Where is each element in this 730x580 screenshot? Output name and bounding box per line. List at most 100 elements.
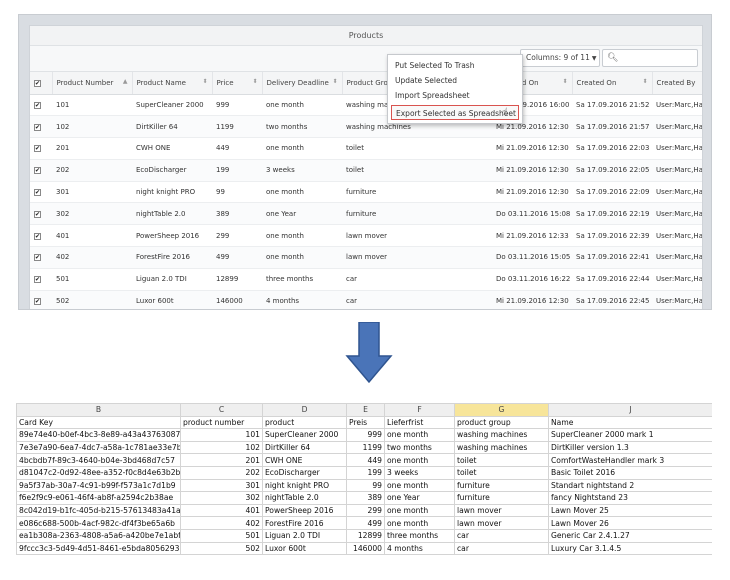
spreadsheet-cell[interactable]: 4bcbdb7f-89c3-4640-b04e-3bd468d7c57 — [16, 453, 181, 467]
column-letter[interactable]: F — [384, 403, 455, 417]
row-checkbox[interactable]: ✔ — [34, 232, 41, 240]
sort-icon[interactable]: ⬍ — [202, 78, 207, 85]
spreadsheet-cell[interactable]: 449 — [346, 453, 385, 467]
context-menu-item[interactable]: Import Spreadsheet — [388, 88, 522, 103]
spreadsheet-cell[interactable]: ea1b308a-2363-4808-a5a6-a420be7e1abf — [16, 528, 181, 543]
row-checkbox[interactable]: ✔ — [34, 189, 41, 197]
spreadsheet-header-cell[interactable]: Name — [548, 415, 712, 430]
spreadsheet-cell[interactable]: Liguan 2.0 TDI — [262, 528, 347, 543]
column-letter[interactable]: G — [454, 403, 549, 417]
select-all-checkbox[interactable]: ✔ — [34, 79, 41, 87]
spreadsheet-header-cell[interactable]: product group — [454, 415, 549, 430]
spreadsheet-header-cell[interactable]: Lieferfrist — [384, 415, 455, 430]
search-input[interactable] — [619, 51, 695, 65]
spreadsheet-cell[interactable]: PowerSheep 2016 — [262, 503, 347, 518]
column-letter[interactable]: J — [548, 403, 712, 417]
spreadsheet-cell[interactable]: 4 months — [384, 541, 455, 556]
spreadsheet-cell[interactable]: 302 — [180, 491, 263, 505]
table-row[interactable]: ✔ 301 night knight PRO 99 one month furniture… — [30, 181, 702, 204]
column-header[interactable]: Price ⬍ — [212, 72, 263, 95]
column-header[interactable]: Product Name ⬍ — [132, 72, 213, 95]
spreadsheet-cell[interactable]: 301 — [180, 478, 263, 493]
select-all-header[interactable]: ✔ — [30, 72, 53, 95]
spreadsheet-cell[interactable]: one month — [384, 478, 455, 493]
spreadsheet-cell[interactable]: Luxury Car 3.1.4.5 — [548, 541, 712, 556]
row-checkbox[interactable]: ✔ — [34, 276, 41, 284]
row-select-cell[interactable]: ✔ — [30, 115, 52, 139]
row-select-cell[interactable]: ✔ — [30, 159, 52, 182]
spreadsheet-cell[interactable]: 8c042d19-b1fc-405d-b215-57613483a41a — [16, 503, 181, 518]
row-select-cell[interactable]: ✔ — [30, 246, 52, 269]
table-row[interactable]: ✔ 501 Liguan 2.0 TDI 12899 three months car Do… — [30, 268, 702, 291]
spreadsheet-cell[interactable]: one month — [384, 453, 455, 467]
spreadsheet-cell[interactable]: 3 weeks — [384, 465, 455, 480]
column-header[interactable]: Product Number ▲ — [52, 72, 133, 95]
spreadsheet-cell[interactable]: ComfortWasteHandler mark 3 — [548, 453, 712, 467]
table-row[interactable]: ✔ 202 EcoDischarger 199 3 weeks toilet Mi 21.0… — [30, 159, 702, 182]
sort-icon[interactable]: ⬍ — [642, 78, 647, 85]
spreadsheet-cell[interactable]: nightTable 2.0 — [262, 491, 347, 505]
row-checkbox[interactable]: ✔ — [34, 254, 41, 262]
spreadsheet-cell[interactable]: car — [454, 528, 549, 543]
column-letter[interactable]: B — [16, 403, 181, 417]
spreadsheet-cell[interactable]: 202 — [180, 465, 263, 480]
column-header[interactable]: Created On ⬍ — [572, 72, 653, 95]
spreadsheet-cell[interactable]: 9a5f37ab-30a7-4c91-b99f-f573a1c7d1b9 — [16, 478, 181, 493]
spreadsheet-header-cell[interactable]: product number — [180, 415, 263, 430]
spreadsheet-cell[interactable]: car — [454, 541, 549, 556]
spreadsheet-cell[interactable]: 389 — [346, 491, 385, 505]
row-select-cell[interactable]: ✔ — [30, 202, 52, 226]
search-box[interactable]: 🔍︎ — [602, 49, 698, 67]
spreadsheet-cell[interactable]: one month — [384, 516, 455, 530]
table-row[interactable]: ✔ 302 nightTable 2.0 389 one Year furniture Do… — [30, 202, 702, 226]
spreadsheet-cell[interactable]: 7e3e7a90-6ea7-4dc7-a58a-1c781ae33e7b — [16, 440, 181, 455]
row-checkbox[interactable]: ✔ — [34, 101, 41, 109]
spreadsheet-cell[interactable]: toilet — [454, 465, 549, 480]
spreadsheet-cell[interactable]: 299 — [346, 503, 385, 518]
columns-picker[interactable]: Columns: 9 of 11 ▼ — [520, 49, 600, 67]
spreadsheet-cell[interactable]: night knight PRO — [262, 478, 347, 493]
spreadsheet-cell[interactable]: 401 — [180, 503, 263, 518]
spreadsheet-cell[interactable]: lawn mover — [454, 503, 549, 518]
spreadsheet-cell[interactable]: 502 — [180, 541, 263, 556]
spreadsheet-cell[interactable]: DirtKiller version 1.3 — [548, 440, 712, 455]
spreadsheet-cell[interactable]: 201 — [180, 453, 263, 467]
spreadsheet-cell[interactable]: one month — [384, 503, 455, 518]
spreadsheet-cell[interactable]: 102 — [180, 440, 263, 455]
table-row[interactable]: ✔ 101 SuperCleaner 2000 999 one month washing… — [30, 94, 702, 117]
spreadsheet-cell[interactable]: 402 — [180, 516, 263, 530]
spreadsheet-cell[interactable]: 9fccc3c3-5d49-4d51-8461-e5bda8056293 — [16, 541, 181, 556]
table-row[interactable]: ✔ 401 PowerSheep 2016 299 one month lawn move… — [30, 224, 702, 248]
spreadsheet-cell[interactable]: Generic Car 2.4.1.27 — [548, 528, 712, 543]
spreadsheet-cell[interactable]: SuperCleaner 2000 mark 1 — [548, 428, 712, 442]
row-select-cell[interactable]: ✔ — [30, 224, 52, 248]
table-row[interactable]: ✔ 402 ForestFire 2016 499 one month lawn move… — [30, 246, 702, 269]
row-select-cell[interactable]: ✔ — [30, 268, 52, 291]
spreadsheet-cell[interactable]: 501 — [180, 528, 263, 543]
spreadsheet-cell[interactable]: one Year — [384, 491, 455, 505]
column-letter[interactable]: C — [180, 403, 263, 417]
table-row[interactable]: ✔ 102 DirtKiller 64 1199 two months washing m… — [30, 115, 702, 139]
spreadsheet-cell[interactable]: one month — [384, 428, 455, 442]
row-checkbox[interactable]: ✔ — [34, 145, 41, 153]
spreadsheet-cell[interactable]: d81047c2-0d92-48ee-a352-f0c8d4e63b2b — [16, 465, 181, 480]
spreadsheet-cell[interactable]: furniture — [454, 478, 549, 493]
column-letter[interactable]: D — [262, 403, 347, 417]
row-select-cell[interactable]: ✔ — [30, 137, 52, 160]
column-header[interactable]: Delivery Deadline ⬍ — [262, 72, 343, 95]
sort-icon[interactable]: ▲ — [123, 78, 128, 85]
spreadsheet-cell[interactable]: 99 — [346, 478, 385, 493]
spreadsheet-cell[interactable]: Basic Toilet 2016 — [548, 465, 712, 480]
row-checkbox[interactable]: ✔ — [34, 167, 41, 175]
spreadsheet-cell[interactable]: 89e74e40-b0ef-4bc3-8e89-a43a43763087 — [16, 428, 181, 442]
spreadsheet-header-cell[interactable]: Preis — [346, 415, 385, 430]
spreadsheet-header-cell[interactable]: product — [262, 415, 347, 430]
context-menu-item[interactable]: Put Selected To Trash — [388, 58, 522, 73]
table-row[interactable]: ✔ 201 CWH ONE 449 one month toilet Mi 21.09.20… — [30, 137, 702, 160]
spreadsheet-cell[interactable]: lawn mover — [454, 516, 549, 530]
spreadsheet-cell[interactable]: furniture — [454, 491, 549, 505]
spreadsheet-cell[interactable]: toilet — [454, 453, 549, 467]
context-menu-item[interactable]: Update Selected — [388, 73, 522, 88]
sort-icon[interactable]: ⬍ — [562, 78, 567, 85]
spreadsheet-cell[interactable]: Lawn Mover 25 — [548, 503, 712, 518]
